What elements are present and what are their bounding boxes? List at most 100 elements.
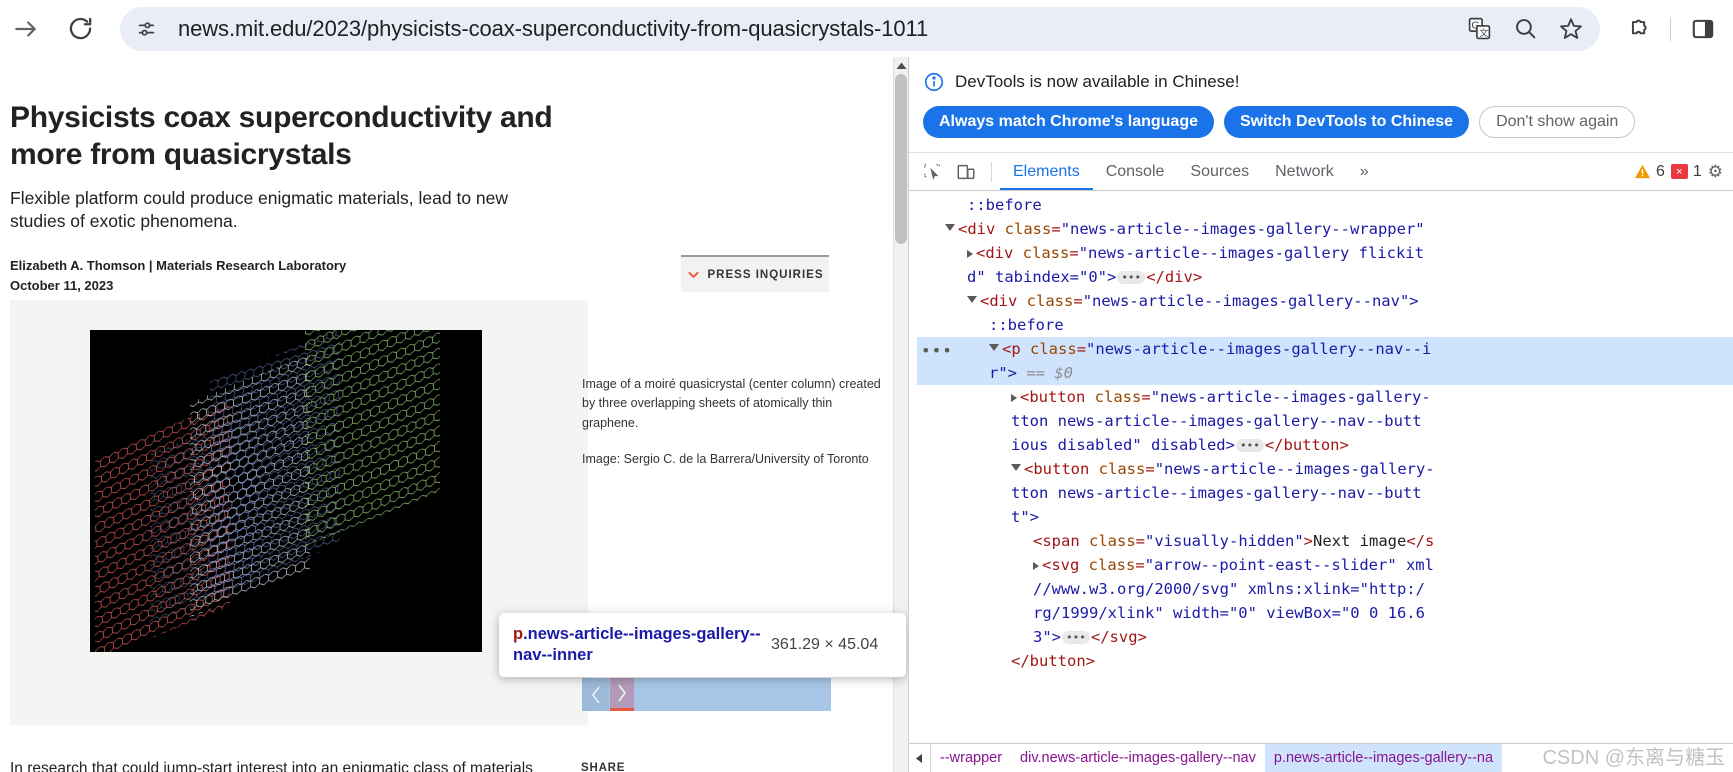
page-scrollbar-thumb[interactable]: [895, 74, 907, 244]
tooltip-tag: p: [513, 624, 524, 643]
dom-tree-row[interactable]: <button class="news-article--images-gall…: [917, 457, 1733, 481]
triangle-up-icon: [896, 62, 906, 69]
translate-icon[interactable]: G 文: [1456, 9, 1502, 49]
gallery-nav-inner[interactable]: [582, 678, 831, 711]
expand-triangle-icon[interactable]: [967, 296, 977, 307]
infobar-message: DevTools is now available in Chinese!: [955, 72, 1240, 91]
infobar-button-row: Always match Chrome's language Switch De…: [923, 106, 1733, 138]
press-inquiries-button[interactable]: PRESS INQUIRIES: [681, 255, 829, 292]
dom-tree-row[interactable]: <span class="visually-hidden">Next image…: [917, 529, 1733, 553]
dom-tree-row[interactable]: t">: [917, 505, 1733, 529]
error-badge-icon: ×: [1670, 164, 1688, 179]
svg-text:文: 文: [1479, 27, 1489, 38]
reload-icon[interactable]: [58, 7, 102, 51]
breadcrumb-scroll-left-button[interactable]: [909, 744, 931, 772]
collapse-triangle-icon[interactable]: [967, 249, 973, 258]
dom-tree-row[interactable]: ::before: [917, 193, 1733, 217]
site-settings-icon[interactable]: [128, 11, 164, 47]
tab-sources[interactable]: Sources: [1177, 153, 1262, 190]
warning-count: 6: [1655, 162, 1665, 180]
switch-devtools-to-chinese-button[interactable]: Switch DevTools to Chinese: [1224, 106, 1470, 138]
dom-tree-row[interactable]: rg/1999/xlink" width="0" viewBox="0 0 16…: [917, 601, 1733, 625]
tab-console[interactable]: Console: [1093, 153, 1178, 190]
page-viewport: Physicists coax superconductivity and mo…: [0, 57, 908, 772]
side-panel-icon[interactable]: [1681, 7, 1725, 51]
scroll-up-arrow-icon[interactable]: [894, 57, 908, 74]
devtools-tabbar: Elements Console Sources Network » 6 × 1…: [909, 153, 1733, 191]
device-toolbar-icon[interactable]: [949, 157, 983, 187]
article-subtitle: Flexible platform could produce enigmati…: [10, 188, 509, 232]
expand-ellipsis-icon[interactable]: •••: [1062, 631, 1090, 644]
page-title: Physicists coax superconductivity and mo…: [10, 101, 553, 171]
dom-tree-row[interactable]: d" tabindex="0"> ••• </div>: [917, 265, 1733, 289]
address-bar-url[interactable]: news.mit.edu/2023/physicists-coax-superc…: [178, 16, 1456, 42]
dom-tree[interactable]: ::before <div class="news-article--images…: [917, 191, 1733, 743]
gallery-image[interactable]: [90, 330, 482, 652]
chevron-left-icon: [591, 685, 600, 704]
tooltip-class: .news-article--images-gallery--nav--inne…: [513, 624, 761, 664]
expand-ellipsis-icon[interactable]: •••: [1117, 271, 1146, 284]
toolbar-right-actions: [1600, 7, 1733, 51]
devtools-main: ::before <div class="news-article--images…: [909, 191, 1733, 743]
info-circle-icon: [924, 72, 944, 92]
omnibox-actions: G 文: [1456, 9, 1594, 49]
dom-tree-row[interactable]: <svg class="arrow--point-east--slider" x…: [917, 553, 1733, 577]
browser-toolbar: news.mit.edu/2023/physicists-coax-superc…: [0, 0, 1733, 57]
chevron-right-icon: [618, 684, 627, 702]
dom-tree-row[interactable]: tton news-article--images-gallery--nav--…: [917, 481, 1733, 505]
tabbar-divider: [991, 161, 992, 182]
inspect-element-icon[interactable]: [915, 157, 949, 187]
gallery-next-button[interactable]: [610, 678, 634, 711]
expand-triangle-icon[interactable]: [989, 344, 999, 355]
dom-tree-row[interactable]: tton news-article--images-gallery--nav--…: [917, 409, 1733, 433]
breadcrumb-item-gallery-nav[interactable]: div.news-article--images-gallery--nav: [1011, 744, 1265, 772]
share-label: SHARE: [581, 762, 626, 772]
dom-tree-row[interactable]: <button class="news-article--images-gall…: [917, 385, 1733, 409]
dom-tree-row[interactable]: //www.w3.org/2000/svg" xmlns:xlink="http…: [917, 577, 1733, 601]
inspector-tooltip-selector: p.news-article--images-gallery--nav--inn…: [513, 624, 771, 667]
zoom-out-icon[interactable]: [1502, 9, 1548, 49]
bookmark-star-icon[interactable]: [1548, 9, 1594, 49]
tab-network[interactable]: Network: [1262, 153, 1347, 190]
address-bar[interactable]: news.mit.edu/2023/physicists-coax-superc…: [120, 6, 1600, 51]
collapse-triangle-icon[interactable]: [1033, 561, 1039, 570]
dom-tree-row[interactable]: r"> == $0: [917, 361, 1733, 385]
gear-icon[interactable]: ⚙: [1708, 162, 1727, 182]
dom-tree-row[interactable]: <div class="news-article--images-gallery…: [917, 289, 1733, 313]
collapse-triangle-icon[interactable]: [1011, 393, 1017, 402]
warning-triangle-icon: [1634, 164, 1650, 179]
more-tabs-button[interactable]: »: [1347, 153, 1382, 190]
dom-row-more-button[interactable]: •••: [921, 339, 953, 363]
gallery-previous-button[interactable]: [582, 678, 609, 711]
dom-tree-row[interactable]: <div class="news-article--images-gallery…: [917, 217, 1733, 241]
expand-ellipsis-icon[interactable]: •••: [1235, 439, 1264, 452]
dom-tree-row[interactable]: <div class="news-article--images-gallery…: [917, 241, 1733, 265]
expand-triangle-icon[interactable]: [1011, 464, 1021, 475]
breadcrumb-item-nav-inner[interactable]: p.news-article--images-gallery--na: [1264, 744, 1503, 772]
article: Physicists coax superconductivity and mo…: [0, 100, 908, 772]
devtools-gutter: [909, 191, 917, 743]
article-body-text: In research that could jump-start intere…: [10, 760, 533, 772]
forward-arrow-icon[interactable]: [4, 7, 48, 51]
error-count: 1: [1692, 162, 1702, 180]
inspector-tooltip-dimensions: 361.29 × 45.04: [771, 636, 879, 653]
breadcrumb-item-wrapper[interactable]: --wrapper: [931, 744, 1011, 772]
issue-counters: 6 × 1 ⚙: [1634, 162, 1733, 182]
always-match-chrome-language-button[interactable]: Always match Chrome's language: [923, 106, 1214, 138]
toolbar-divider: [1670, 16, 1671, 41]
image-credit: Image: Sergio C. de la Barrera/Universit…: [582, 452, 869, 467]
warning-counter[interactable]: 6: [1634, 163, 1665, 181]
devtools-language-infobar: DevTools is now available in Chinese! Al…: [909, 57, 1733, 153]
infobar-message-row: DevTools is now available in Chinese!: [923, 71, 1733, 93]
dont-show-again-button[interactable]: Don't show again: [1479, 106, 1636, 138]
inspector-tooltip: p.news-article--images-gallery--nav--inn…: [499, 613, 906, 677]
expand-triangle-icon[interactable]: [945, 224, 955, 235]
tab-elements[interactable]: Elements: [1000, 153, 1093, 190]
dom-tree-row[interactable]: <p class="news-article--images-gallery--…: [917, 337, 1733, 361]
dom-tree-row[interactable]: 3"> ••• </svg>: [917, 625, 1733, 649]
dom-tree-row[interactable]: </button>: [917, 649, 1733, 673]
error-counter[interactable]: × 1: [1670, 162, 1702, 181]
extensions-puzzle-icon[interactable]: [1616, 7, 1660, 51]
dom-tree-row[interactable]: ious disabled" disabled> ••• </button>: [917, 433, 1733, 457]
dom-tree-row[interactable]: ::before: [917, 313, 1733, 337]
